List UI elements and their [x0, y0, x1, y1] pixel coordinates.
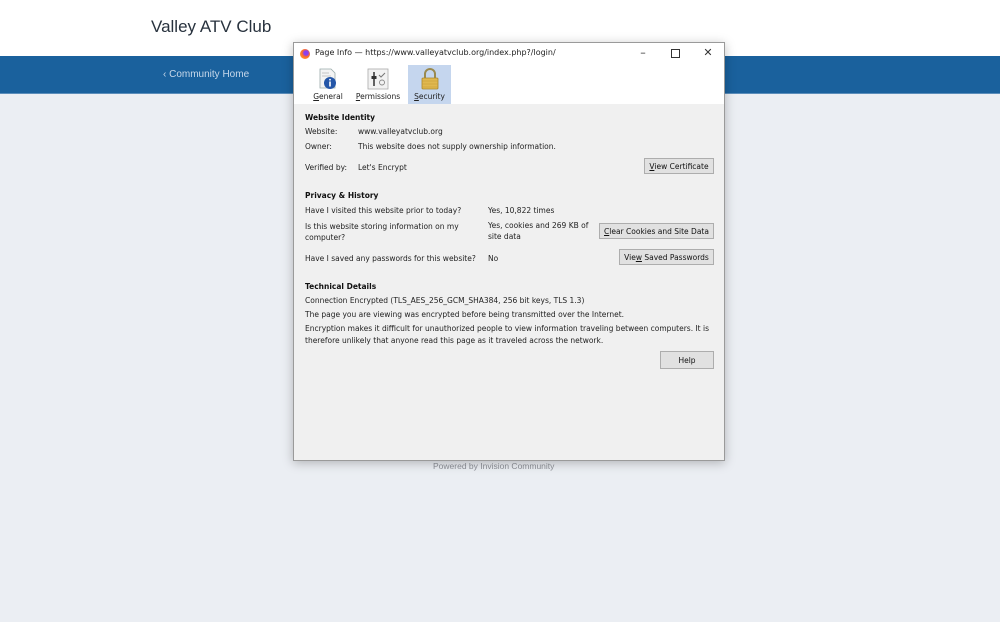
owner-label: Owner: — [305, 142, 332, 151]
storing-question-line1: Is this website storing information on m… — [305, 222, 459, 231]
tab-permissions[interactable]: Permissions — [352, 65, 404, 104]
visited-question: Have I visited this website prior to tod… — [305, 206, 462, 215]
storing-question-line2: computer? — [305, 233, 346, 242]
visited-answer: Yes, 10,822 times — [488, 206, 555, 215]
help-button[interactable]: Help — [660, 351, 714, 369]
owner-value: This website does not supply ownership i… — [358, 142, 556, 151]
privacy-history-heading: Privacy & History — [305, 191, 379, 200]
site-title[interactable]: Valley ATV Club — [151, 17, 271, 37]
encryption-explanation-line1: Encryption makes it difficult for unauth… — [305, 324, 709, 333]
verified-by-value: Let's Encrypt — [358, 163, 407, 172]
view-certificate-button[interactable]: View Certificate — [644, 158, 714, 174]
website-value: www.valleyatvclub.org — [358, 127, 443, 136]
dialog-tab-toolbar: General Permissions Security — [294, 65, 724, 104]
info-document-icon — [319, 68, 336, 89]
tab-general-label: General — [313, 92, 343, 101]
dialog-titlebar[interactable]: Page Info — https://www.valleyatvclub.or… — [294, 43, 724, 65]
website-label: Website: — [305, 127, 338, 136]
encryption-explanation-line2: therefore unlikely that anyone read this… — [305, 336, 604, 345]
storing-answer-line2: site data — [488, 232, 521, 241]
tab-permissions-label: Permissions — [355, 92, 401, 101]
encrypted-transmission-text: The page you are viewing was encrypted b… — [305, 310, 625, 319]
passwords-question: Have I saved any passwords for this webs… — [305, 254, 476, 263]
dialog-title: Page Info — https://www.valleyatvclub.or… — [315, 48, 556, 57]
view-saved-passwords-button[interactable]: View Saved Passwords — [619, 249, 714, 265]
community-home-link[interactable]: ‹ Community Home — [163, 69, 249, 80]
close-button[interactable]: ✕ — [693, 45, 723, 61]
website-identity-heading: Website Identity — [305, 113, 375, 122]
passwords-answer: No — [488, 254, 499, 263]
permissions-sliders-icon — [367, 68, 389, 90]
verified-by-label: Verified by: — [305, 163, 347, 172]
storing-answer-line1: Yes, cookies and 269 KB of — [488, 221, 589, 230]
maximize-button[interactable] — [660, 45, 690, 61]
connection-encrypted-text: Connection Encrypted (TLS_AES_256_GCM_SH… — [305, 296, 585, 305]
padlock-icon — [421, 68, 438, 90]
tab-security-label: Security — [414, 92, 445, 101]
tab-security[interactable]: Security — [408, 65, 451, 104]
tab-general[interactable]: General — [311, 65, 345, 104]
clear-cookies-button[interactable]: Clear Cookies and Site Data — [599, 223, 714, 239]
technical-details-heading: Technical Details — [305, 282, 377, 291]
maximize-icon — [670, 48, 680, 58]
minimize-button[interactable]: – — [628, 45, 658, 61]
page-info-dialog: Page Info — https://www.valleyatvclub.or… — [293, 42, 725, 461]
firefox-icon — [300, 49, 310, 59]
powered-by-footer[interactable]: Powered by Invision Community — [433, 461, 554, 471]
